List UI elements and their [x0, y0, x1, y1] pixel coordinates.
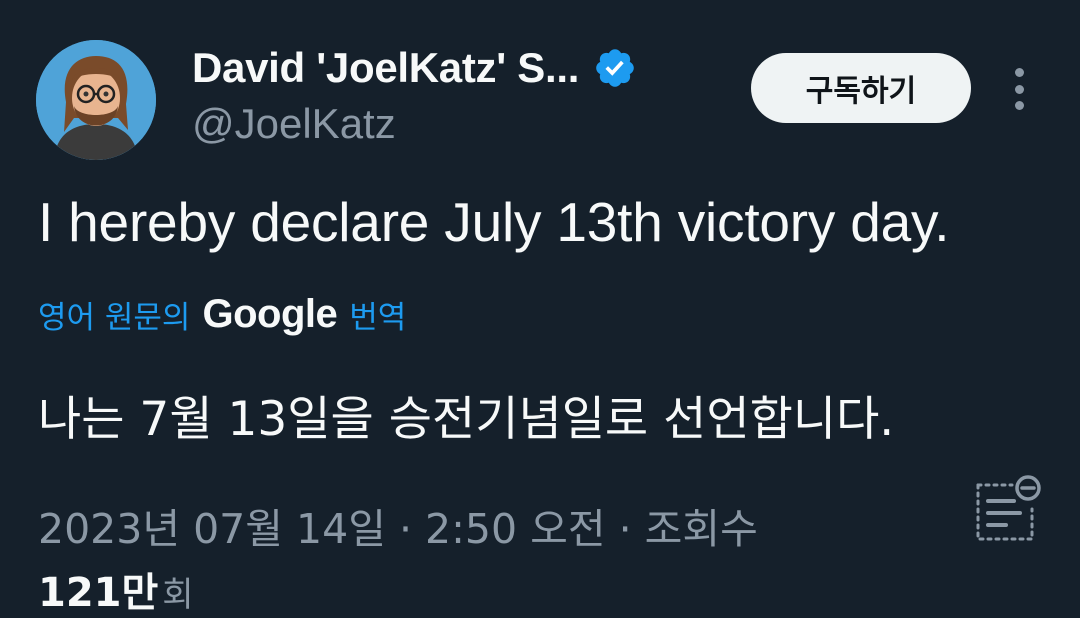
translated-tweet-text: 나는 7월 13일을 승전기념일로 선언합니다.	[38, 392, 895, 447]
tweet-text: I hereby declare July 13th victory day.	[38, 191, 950, 253]
translate-prefix[interactable]: 영어 원문의	[38, 292, 190, 337]
avatar-image	[36, 40, 156, 160]
translation-attribution[interactable]: 영어 원문의 Google 번역	[38, 292, 406, 337]
translate-suffix[interactable]: 번역	[349, 292, 406, 337]
view-count[interactable]: 121만 회	[38, 560, 194, 618]
avatar[interactable]	[36, 40, 156, 160]
author-display-name[interactable]: David 'JoelKatz' S...	[192, 44, 579, 92]
view-count-number: 121만	[38, 570, 159, 616]
tweet-timestamp[interactable]: 2023년 07월 14일 · 2:50 오전 · 조회수	[38, 495, 758, 555]
google-logo: Google	[202, 292, 338, 336]
author-name-row: David 'JoelKatz' S...	[192, 40, 637, 96]
view-count-label: 회	[162, 575, 194, 615]
verified-badge-icon	[593, 46, 637, 90]
translation-settings-icon[interactable]	[970, 473, 1048, 545]
author-handle[interactable]: @JoelKatz	[192, 100, 396, 148]
more-vertical-icon[interactable]	[1005, 68, 1033, 110]
subscribe-button[interactable]: 구독하기	[751, 53, 971, 123]
